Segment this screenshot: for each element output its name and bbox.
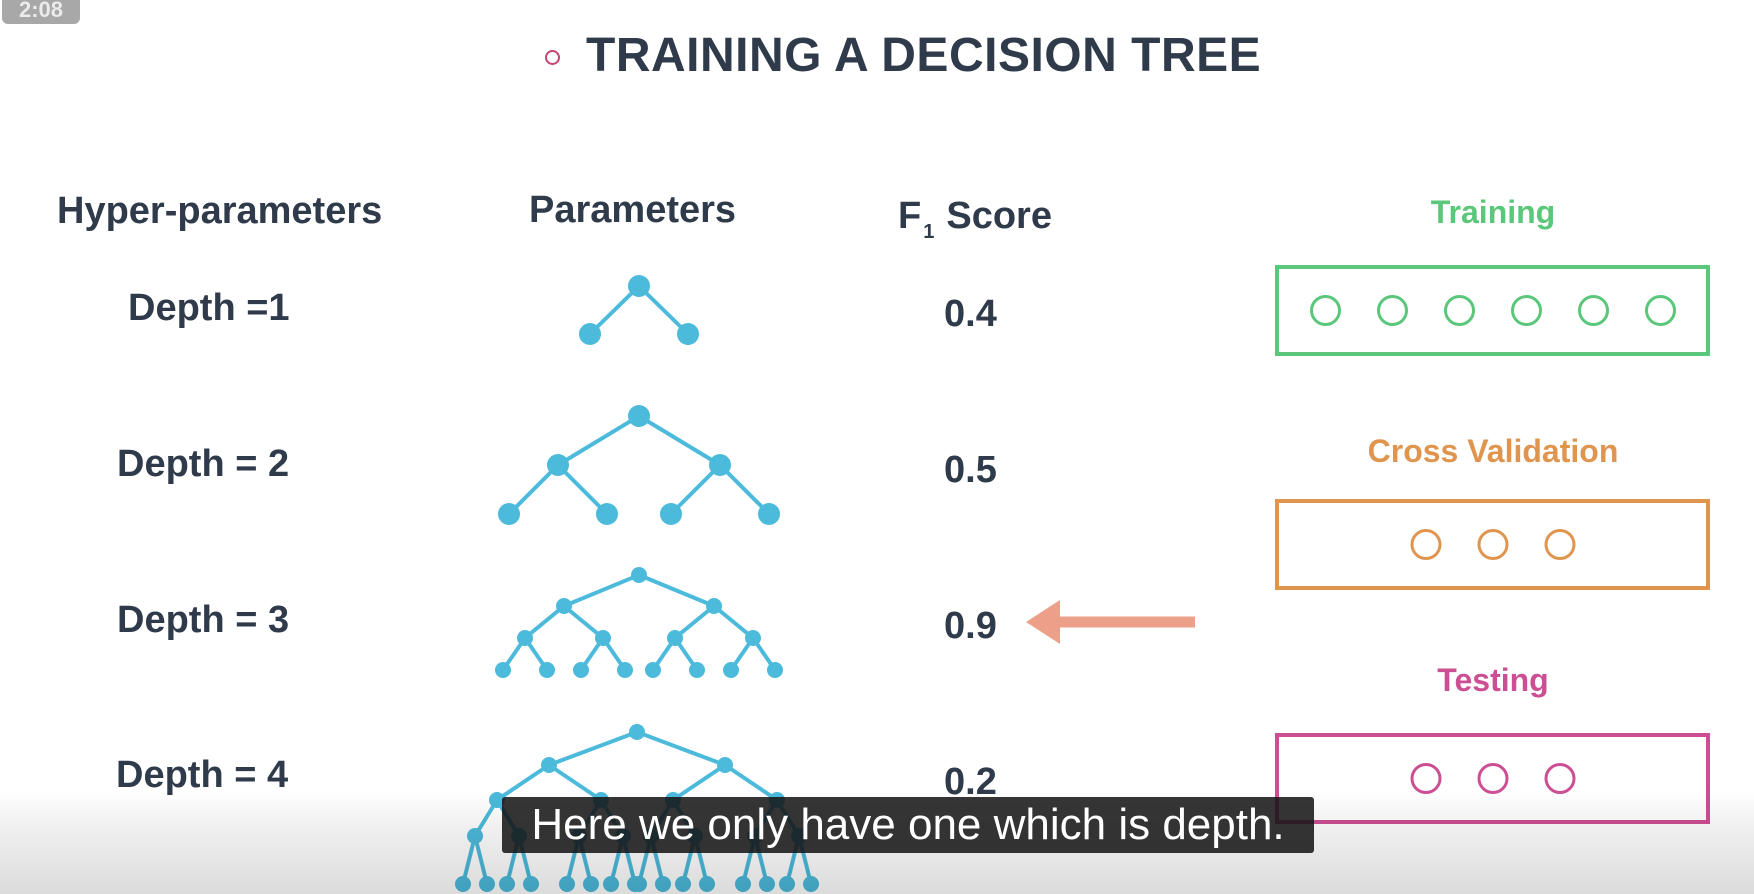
tree-edge	[671, 763, 727, 802]
data-split-boxes	[1275, 265, 1710, 824]
tree-node	[498, 503, 520, 525]
tree-node	[603, 876, 619, 892]
tree-node	[803, 876, 819, 892]
data-point-icon	[1410, 529, 1442, 560]
data-box-training	[1275, 265, 1710, 356]
tree-node	[455, 876, 471, 892]
tree-node	[767, 662, 783, 678]
tree-node	[617, 662, 633, 678]
tree-node	[579, 323, 601, 345]
data-point-icon	[1410, 763, 1442, 794]
tree-depth-1	[579, 275, 699, 345]
tree-node	[628, 275, 650, 297]
tree-edge	[563, 573, 640, 608]
tree-edge	[638, 573, 715, 608]
tree-node	[645, 662, 661, 678]
tree-edge	[637, 414, 722, 467]
tree-node	[709, 454, 731, 476]
tree-node	[758, 503, 780, 525]
data-point-icon	[1578, 295, 1609, 326]
tree-node	[547, 454, 569, 476]
tree-node	[595, 630, 611, 646]
tree-node	[541, 757, 557, 773]
tree-node	[689, 662, 705, 678]
tree-edge	[636, 730, 726, 767]
tree-node	[479, 876, 495, 892]
tree-node	[628, 405, 650, 427]
tree-node	[539, 662, 555, 678]
tree-node	[667, 630, 683, 646]
data-point-icon	[1477, 763, 1509, 794]
data-point-icon	[1444, 295, 1475, 326]
data-point-icon	[1511, 295, 1542, 326]
data-box-cross-validation	[1275, 499, 1710, 590]
data-box-frame	[1275, 499, 1710, 590]
data-point-icon	[1477, 529, 1509, 560]
tree-node	[523, 876, 539, 892]
tree-node	[631, 567, 647, 583]
tree-edge	[495, 763, 551, 802]
tree-node	[596, 503, 618, 525]
tree-node	[779, 876, 795, 892]
data-point-icon	[1544, 763, 1576, 794]
tree-node	[631, 876, 647, 892]
data-point-icon	[1377, 295, 1408, 326]
tree-node	[629, 724, 645, 740]
tree-node	[759, 876, 775, 892]
tree-node	[660, 503, 682, 525]
tree-edge	[723, 763, 779, 802]
tree-node	[495, 662, 511, 678]
tree-node	[675, 876, 691, 892]
tree-node	[723, 662, 739, 678]
data-point-icon	[1544, 529, 1576, 560]
tree-node	[559, 876, 575, 892]
tree-depth-2	[498, 405, 780, 525]
tree-edge	[556, 414, 641, 467]
tree-node	[467, 828, 483, 844]
tree-node	[699, 876, 715, 892]
tree-edge	[547, 763, 603, 802]
data-box-frame	[1275, 733, 1710, 824]
tree-node	[556, 598, 572, 614]
tree-node	[735, 876, 751, 892]
tree-node	[745, 630, 761, 646]
tree-node	[517, 630, 533, 646]
data-point-icon	[1310, 295, 1341, 326]
data-point-icon	[1645, 295, 1676, 326]
tree-node	[499, 876, 515, 892]
tree-node	[677, 323, 699, 345]
tree-node	[583, 876, 599, 892]
tree-depth-3	[495, 567, 783, 678]
tree-node	[717, 757, 733, 773]
tree-node	[655, 876, 671, 892]
subtitle-caption: Here we only have one which is depth.	[502, 797, 1314, 853]
diagram-canvas	[455, 265, 1710, 892]
tree-edge	[548, 730, 638, 767]
data-box-testing	[1275, 733, 1710, 824]
tree-node	[573, 662, 589, 678]
best-score-arrow-icon	[1026, 600, 1195, 644]
data-box-frame	[1275, 265, 1710, 356]
tree-node	[706, 598, 722, 614]
